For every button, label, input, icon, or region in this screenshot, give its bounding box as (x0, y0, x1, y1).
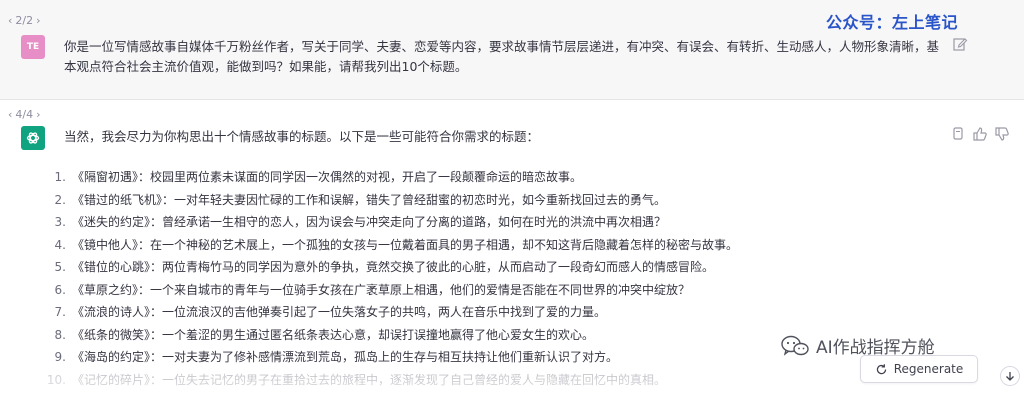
list-item-text: 《草原之约》：一个来自城市的青年与一位骑手女孩在广袤草原上相遇，他们的爱情是否能… (72, 282, 691, 297)
list-item-text: 《流浪的诗人》：一位流浪汉的吉他弹奏引起了一位失落女子的共鸣，两人在音乐中找到了… (72, 305, 607, 319)
user-message-block: ‹ 2/2 › TE 你是一位写情感故事自媒体千万粉丝作者，写关于同学、夫妻、恋… (0, 0, 1024, 100)
chevron-left-icon[interactable]: ‹ (8, 14, 12, 27)
list-item: 2. 《错过的纸飞机》：一对年轻夫妻因忙碌的工作和误解，错失了曾经甜蜜的初恋时光，… (44, 189, 738, 212)
titles-list: 1. 《隔窗初遇》：校园里两位素未谋面的同学因一次偶然的对视，开启了一段颠覆命运的… (44, 166, 738, 391)
list-item: 5. 《错位的心跳》：两位青梅竹马的同学因为意外的争执，竟然交换了彼此的心脏，从而… (44, 256, 738, 279)
list-item: 10. 《记忆的碎片》：一位失去记忆的男子在重拾过去的旅程中，逐渐发现了自己曾经的… (44, 369, 738, 392)
user-message-text: 你是一位写情感故事自媒体千万粉丝作者，写关于同学、夫妻、恋爱等内容，要求故事情节… (64, 39, 940, 74)
list-item-number: 9. (54, 350, 66, 364)
list-item-number: 2. (54, 192, 66, 207)
scroll-down-button[interactable] (1000, 366, 1020, 386)
thumbs-up-icon[interactable] (972, 126, 988, 142)
chevron-right-icon[interactable]: › (36, 108, 40, 121)
list-item-number: 10. (46, 372, 66, 387)
assistant-avatar (21, 126, 45, 150)
message-actions (950, 126, 1010, 142)
list-item-number: 7. (54, 305, 66, 319)
pager-label: 4/4 (15, 108, 34, 121)
list-item: 6. 《草原之约》：一个来自城市的青年与一位骑手女孩在广袤草原上相遇，他们的爱情是… (44, 279, 738, 302)
list-item: 9. 《海岛的约定》：一对夫妻为了修补感情漂流到荒岛，孤岛上的生存与相互扶持让他们… (44, 346, 738, 369)
openai-logo-icon (26, 132, 40, 144)
list-item-text: 《迷失的约定》：曾经承诺一生相守的恋人，因为误会与冲突走向了分离的道路，如何在时… (72, 215, 667, 229)
list-item: 7. 《流浪的诗人》：一位流浪汉的吉他弹奏引起了一位失落女子的共鸣，两人在音乐中找… (44, 301, 738, 324)
regenerate-label: Regenerate (893, 362, 964, 376)
list-item-text: 《错过的纸飞机》：一对年轻夫妻因忙碌的工作和误解，错失了曾经甜蜜的初恋时光，如今… (72, 192, 667, 207)
list-item-text: 《记忆的碎片》：一位失去记忆的男子在重拾过去的旅程中，逐渐发现了自己曾经的爱人与… (72, 372, 667, 387)
thumbs-down-icon[interactable] (994, 126, 1010, 142)
arrow-down-icon (1006, 372, 1014, 381)
list-item-number: 6. (54, 282, 66, 297)
list-item-number: 1. (54, 170, 66, 184)
list-item: 1. 《隔窗初遇》：校园里两位素未谋面的同学因一次偶然的对视，开启了一段颠覆命运的… (44, 166, 738, 189)
pager-label: 2/2 (15, 14, 34, 27)
list-item-text: 《错位的心跳》：两位青梅竹马的同学因为意外的争执，竟然交换了彼此的心脏，从而启动… (72, 260, 715, 274)
list-item: 4. 《镜中他人》：在一个神秘的艺术展上，一个孤独的女孩与一位戴着面具的男子相遇，… (44, 234, 738, 257)
list-item-number: 8. (54, 327, 66, 342)
assistant-message-pager: ‹ 4/4 › (8, 108, 41, 121)
list-item: 8. 《纸条的微笑》：一个羞涩的男生通过匿名纸条表达心意，却误打误撞地赢得了他心爱… (44, 324, 738, 347)
assistant-intro-text: 当然，我会尽力为你构思出十个情感故事的标题。以下是一些可能符合你需求的标题： (64, 129, 540, 144)
list-item-number: 3. (54, 215, 66, 229)
pencil-icon[interactable] (952, 36, 968, 52)
list-item-text: 《隔窗初遇》：校园里两位素未谋面的同学因一次偶然的对视，开启了一段颠覆命运的暗恋… (72, 170, 583, 184)
list-item-text: 《镜中他人》：在一个神秘的艺术展上，一个孤独的女孩与一位戴着面具的男子相遇，却不… (72, 237, 739, 252)
refresh-icon (876, 363, 886, 374)
chevron-right-icon[interactable]: › (36, 14, 40, 27)
chevron-left-icon[interactable]: ‹ (8, 108, 12, 121)
list-item-text: 《海岛的约定》：一对夫妻为了修补感情漂流到荒岛，孤岛上的生存与相互扶持让他们重新… (72, 350, 619, 364)
watermark-top: 公众号：左上笔记 (826, 13, 959, 32)
list-item-number: 4. (54, 237, 66, 252)
wechat-icon (781, 335, 809, 356)
user-avatar: TE (21, 35, 45, 59)
user-message-pager: ‹ 2/2 › (8, 14, 41, 27)
user-avatar-initials: TE (26, 42, 40, 52)
copy-icon[interactable] (950, 126, 966, 142)
regenerate-button[interactable]: Regenerate (860, 355, 978, 383)
list-item-number: 5. (54, 260, 66, 274)
list-item: 3. 《迷失的约定》：曾经承诺一生相守的恋人，因为误会与冲突走向了分离的道路，如何… (44, 211, 738, 234)
list-item-text: 《纸条的微笑》：一个羞涩的男生通过匿名纸条表达心意，却误打误撞地赢得了他心爱女生… (72, 327, 595, 342)
